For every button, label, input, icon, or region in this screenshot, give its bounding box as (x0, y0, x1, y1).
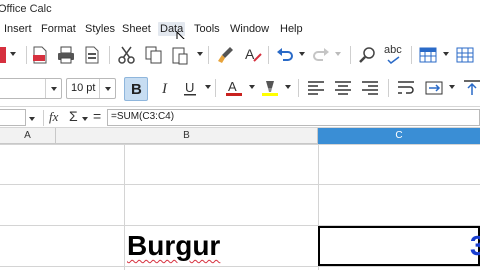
chevron-down-icon[interactable] (442, 50, 450, 58)
toolbar-separator (350, 46, 351, 64)
find-replace-icon[interactable] (358, 45, 378, 65)
title-bar: Office Calc (0, 0, 480, 20)
align-center-icon[interactable] (333, 78, 353, 98)
chevron-down-icon (51, 87, 57, 91)
toolbar-separator (208, 46, 209, 64)
calc-window: Office Calc Insert Format Styles Sheet D… (0, 0, 480, 270)
spreadsheet-grid[interactable]: Burgur 3 (0, 144, 480, 270)
menu-format[interactable]: Format (39, 22, 78, 36)
toolbar-separator (268, 46, 269, 64)
menu-styles[interactable]: Styles (83, 22, 117, 36)
menu-bar: Insert Format Styles Sheet Data Tools Wi… (0, 20, 480, 48)
font-size-value: 10 pt (71, 82, 96, 94)
export-pdf-icon[interactable] (30, 45, 50, 65)
clear-formatting-icon[interactable]: A (243, 45, 263, 65)
chevron-down-icon[interactable] (448, 83, 456, 91)
column-header-c[interactable]: C (318, 128, 480, 144)
formula-button[interactable]: = (93, 108, 101, 124)
row-divider (0, 266, 480, 267)
wrap-text-icon[interactable] (396, 78, 416, 98)
sum-button[interactable]: Σ (69, 108, 78, 124)
font-size-combo[interactable]: 10 pt (66, 78, 116, 99)
chevron-down-icon[interactable] (204, 83, 212, 91)
toolbar-separator (411, 46, 412, 64)
svg-text:A: A (245, 46, 255, 62)
cut-icon[interactable] (117, 45, 137, 65)
row-divider (0, 184, 480, 185)
undo-icon[interactable] (275, 45, 295, 65)
menu-help[interactable]: Help (278, 22, 305, 36)
toolbar-separator (388, 79, 389, 97)
font-size-dropdown[interactable] (99, 79, 115, 98)
svg-text:I: I (161, 81, 168, 97)
bold-button[interactable]: B (124, 77, 148, 101)
formula-input[interactable]: =SUM(C3:C4) (107, 109, 480, 126)
font-name-dropdown[interactable] (45, 79, 61, 98)
cell-c-text: 3 (470, 230, 480, 261)
menu-window[interactable]: Window (228, 22, 271, 36)
copy-icon[interactable] (144, 45, 164, 65)
column-header-a[interactable]: A (0, 128, 56, 144)
clone-formatting-icon[interactable] (216, 45, 236, 65)
spellcheck-label: abc (384, 44, 402, 56)
chevron-down-icon[interactable] (81, 115, 89, 123)
chevron-down-icon[interactable] (284, 83, 292, 91)
cell-b-burgur[interactable]: Burgur (127, 229, 220, 263)
print-preview-icon[interactable] (82, 45, 102, 65)
italic-icon[interactable]: I (156, 78, 176, 98)
svg-text:U: U (185, 80, 194, 95)
menu-insert[interactable]: Insert (2, 22, 34, 36)
underline-icon[interactable]: U (180, 78, 200, 98)
formula-text: =SUM(C3:C4) (111, 111, 175, 122)
toolbar-separator (26, 46, 27, 64)
merge-cells-icon[interactable] (424, 78, 444, 98)
redo-icon[interactable] (311, 45, 331, 65)
function-wizard-button[interactable]: fx (49, 109, 58, 125)
column-header-row: A B C (0, 128, 480, 144)
toolbar-separator (109, 46, 110, 64)
chevron-down-icon[interactable] (9, 50, 17, 58)
column-icon[interactable] (455, 45, 475, 65)
toolbar-separator (215, 79, 216, 97)
align-right-icon[interactable] (360, 78, 380, 98)
font-color-icon[interactable]: A (224, 78, 244, 98)
row-divider (0, 144, 480, 145)
align-top-icon[interactable] (462, 78, 480, 98)
column-divider (124, 144, 125, 270)
font-name-combo[interactable] (0, 78, 62, 99)
name-box[interactable] (0, 109, 26, 126)
formatting-toolbar: 10 pt B I U A (0, 72, 480, 104)
svg-text:A: A (228, 79, 237, 94)
chevron-down-icon[interactable] (298, 50, 306, 58)
row-icon[interactable] (418, 45, 438, 65)
highlight-icon[interactable] (260, 78, 280, 98)
chevron-down-icon[interactable] (334, 50, 342, 58)
bold-label: B (131, 81, 142, 98)
toolbar-separator (43, 110, 44, 126)
menu-tools[interactable]: Tools (192, 22, 222, 36)
cell-b-text: Burgur (127, 230, 221, 261)
window-title: Office Calc (0, 3, 52, 15)
standard-toolbar: A abc (0, 39, 480, 71)
chevron-down-icon[interactable] (196, 50, 204, 58)
column-header-b[interactable]: B (56, 128, 318, 144)
formula-bar: fx Σ = =SUM(C3:C4) (0, 106, 480, 128)
paste-icon[interactable] (170, 45, 190, 65)
align-left-icon[interactable] (306, 78, 326, 98)
print-icon[interactable] (56, 45, 76, 65)
chevron-down-icon[interactable] (248, 83, 256, 91)
check-icon (387, 56, 400, 64)
chevron-down-icon[interactable] (28, 115, 36, 123)
menu-sheet[interactable]: Sheet (120, 22, 153, 36)
chevron-down-icon (105, 87, 111, 91)
toolbar-separator (298, 79, 299, 97)
cell-c-sum[interactable]: 3 (470, 229, 480, 263)
selected-cell-border (318, 226, 480, 266)
